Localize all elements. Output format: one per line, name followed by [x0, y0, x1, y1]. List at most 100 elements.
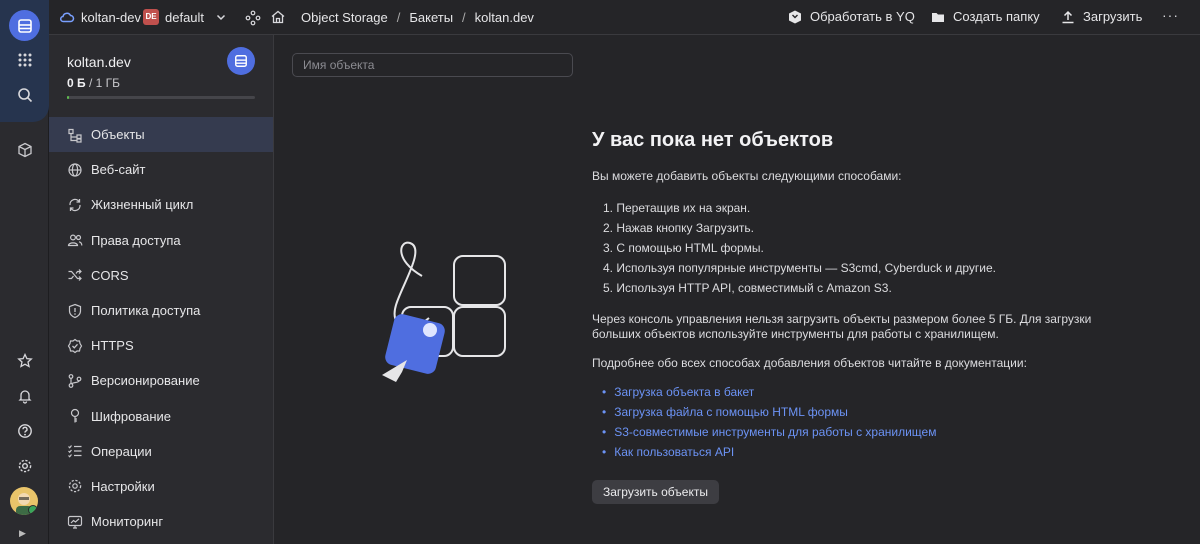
breadcrumb-separator: /: [396, 10, 401, 25]
docs-link-html-form[interactable]: Загрузка файла с помощью HTML формы: [602, 403, 1092, 423]
shuffle-icon: [67, 267, 83, 283]
shield-icon: [67, 303, 83, 319]
upload-method-step: 3. С помощью HTML формы.: [603, 241, 764, 255]
expand-rail-icon[interactable]: ▶: [19, 528, 26, 539]
lifecycle-icon: [67, 197, 83, 213]
more-options-icon[interactable]: ···: [1162, 7, 1179, 23]
bucket-usage-bar: [67, 96, 255, 99]
bucket-usage-bar-fill: [67, 96, 69, 99]
bucket-sidebar: koltan.dev 0 Б / 1 ГБ Объекты Веб-сайт Жиз…: [49, 35, 274, 544]
folder-name: default: [165, 9, 205, 25]
docs-link-s3-tools[interactable]: S3-совместимые инструменты для работы с …: [602, 423, 1092, 443]
help-icon[interactable]: [9, 415, 40, 446]
avatar[interactable]: [10, 487, 38, 515]
sidebar-item-label: Мониторинг: [91, 514, 164, 530]
sidebar-item-1[interactable]: Веб-сайт: [49, 152, 273, 187]
docs-link-api[interactable]: Как пользоваться API: [602, 443, 1092, 463]
sidebar-item-3[interactable]: Права доступа: [49, 223, 273, 258]
key-icon: [67, 408, 83, 424]
sidebar-item-5[interactable]: Политика доступа: [49, 293, 273, 328]
sidebar-item-8[interactable]: Шифрование: [49, 399, 273, 434]
services-icon[interactable]: [245, 10, 261, 26]
branch-icon: [67, 373, 83, 389]
sidebar-item-label: Политика доступа: [91, 303, 201, 319]
bell-icon[interactable]: [9, 380, 40, 411]
top-bar: koltan-dev DE default Object Storage / Б…: [49, 0, 1200, 35]
upload-method-step: 2. Нажав кнопку Загрузить.: [603, 221, 754, 235]
objects-icon: [67, 127, 83, 143]
home-icon[interactable]: [270, 9, 286, 25]
sidebar-item-label: Жизненный цикл: [91, 197, 194, 213]
object-storage-logo-icon[interactable]: [9, 10, 40, 41]
cloud-selector[interactable]: koltan-dev: [59, 9, 141, 25]
size-limit-note: Через консоль управления нельзя загрузит…: [592, 312, 1092, 341]
folder-badge: DE: [143, 9, 159, 25]
sidebar-item-label: Шифрование: [91, 408, 171, 424]
sidebar-item-2[interactable]: Жизненный цикл: [49, 187, 273, 222]
sidebar-item-label: Операции: [91, 443, 152, 459]
breadcrumb: Object Storage / Бакеты / koltan.dev: [301, 10, 534, 25]
upload-method-step: 4. Используя популярные инструменты — S3…: [603, 261, 996, 275]
apps-grid-icon[interactable]: [9, 44, 40, 75]
upload-button[interactable]: Загрузить: [1061, 9, 1142, 24]
folder-selector[interactable]: DE default: [143, 9, 227, 25]
docs-link-upload-object[interactable]: Загрузка объекта в бакет: [602, 383, 1092, 403]
create-folder-label: Создать папку: [953, 9, 1040, 24]
search-icon[interactable]: [9, 79, 40, 110]
sidebar-item-label: Версионирование: [91, 373, 200, 389]
sidebar-item-0[interactable]: Объекты: [49, 117, 273, 153]
avatar-badge-icon: [28, 505, 38, 515]
upload-label: Загрузить: [1083, 9, 1143, 24]
docs-links: Загрузка объекта в бакет Загрузка файла …: [602, 383, 1092, 463]
upload-method-step: 5. Используя HTTP API, совместимый с Ama…: [603, 281, 892, 295]
sidebar-item-6[interactable]: HTTPS: [49, 328, 273, 363]
sidebar-item-label: Веб-сайт: [91, 162, 146, 178]
upload-method-step: 1. Перетащив их на экран.: [603, 201, 751, 215]
sidebar-item-9[interactable]: Операции: [49, 434, 273, 469]
bucket-usage-separator: /: [88, 76, 93, 90]
sidebar-item-label: HTTPS: [91, 338, 134, 354]
bucket-name: koltan.dev: [67, 54, 131, 70]
yq-icon: [789, 10, 801, 23]
sidebar-item-label: Права доступа: [91, 232, 181, 248]
process-in-yq-label: Обработать в YQ: [810, 9, 915, 24]
users-icon: [67, 232, 83, 248]
cube-icon[interactable]: [9, 134, 40, 165]
gear-icon: [67, 478, 83, 494]
create-folder-button[interactable]: Создать папку: [931, 9, 1040, 24]
bucket-summary: koltan.dev 0 Б / 1 ГБ: [49, 35, 273, 117]
empty-state-title: У вас пока нет объектов: [592, 129, 834, 151]
main-panel: У вас пока нет объектов Вы можете добави…: [274, 35, 1200, 544]
sidebar-item-4[interactable]: CORS: [49, 258, 273, 293]
bucket-quota: 1 ГБ: [95, 76, 121, 90]
breadcrumb-buckets[interactable]: Бакеты: [409, 10, 453, 25]
star-icon[interactable]: [9, 345, 40, 376]
object-search-input[interactable]: [292, 53, 573, 77]
chevron-down-icon: [217, 14, 226, 21]
sidebar-item-7[interactable]: Версионирование: [49, 363, 273, 398]
upload-icon: [1062, 10, 1074, 23]
sidebar-item-label: Настройки: [91, 478, 155, 494]
sidebar-item-label: Объекты: [91, 127, 145, 143]
sidebar-nav: Объекты Веб-сайт Жизненный цикл Права досту…: [49, 117, 273, 539]
folder-icon: [932, 12, 944, 22]
sidebar-item-10[interactable]: Настройки: [49, 469, 273, 504]
upload-objects-button[interactable]: Загрузить объекты: [592, 480, 719, 504]
badge-check-icon: [67, 338, 83, 354]
process-in-yq-button[interactable]: Обработать в YQ: [788, 9, 915, 24]
bucket-usage-text: 0 Б / 1 ГБ: [67, 76, 120, 90]
empty-state-illustration: [382, 241, 506, 382]
upload-methods-list: 1. Перетащив их на экран. 2. Нажав кнопк…: [603, 198, 1092, 298]
breadcrumb-current-bucket: koltan.dev: [474, 10, 534, 25]
empty-state: У вас пока нет объектов Вы можете добави…: [592, 129, 1092, 504]
monitor-icon: [67, 514, 83, 530]
sidebar-item-label: CORS: [91, 267, 129, 283]
settings-gear-icon[interactable]: [9, 450, 40, 481]
list-check-icon: [67, 443, 83, 459]
breadcrumb-object-storage[interactable]: Object Storage: [301, 10, 388, 25]
globe-icon: [67, 162, 83, 178]
bucket-used: 0 Б: [67, 76, 86, 90]
cloud-icon: [60, 12, 75, 23]
sidebar-item-11[interactable]: Мониторинг: [49, 504, 273, 539]
bucket-storage-icon: [227, 47, 255, 75]
